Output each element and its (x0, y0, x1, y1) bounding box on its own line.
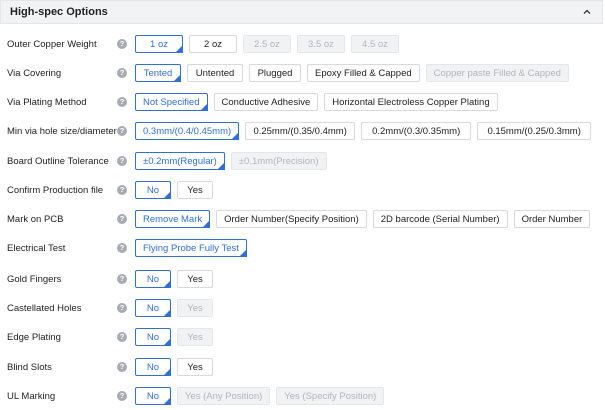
option-row: Min via hole size/diameter? 0.3mm/(0.4/0.… (0, 120, 605, 142)
option-label: Outer Copper Weight (7, 38, 97, 50)
help-icon[interactable]: ? (117, 362, 127, 372)
option-button[interactable]: Plugged (249, 64, 301, 82)
help-icon[interactable]: ? (117, 39, 127, 49)
option-group: No Yes (Any Position) Yes (Specify Positio… (135, 387, 385, 405)
option-row: Gold Fingers? No Yes (0, 268, 605, 290)
option-row: Electrical Test? Flying Probe Fully Test (0, 237, 605, 259)
option-label: Confirm Production file (7, 184, 104, 196)
help-icon[interactable]: ? (117, 243, 127, 253)
option-button[interactable]: Remove Mark (135, 210, 211, 228)
option-label: Castellated Holes (7, 302, 82, 314)
option-button: ±0.1mm(Precision) (230, 152, 327, 170)
option-label: Edge Plating (7, 331, 61, 343)
option-row: Castellated Holes? No Yes (0, 297, 605, 319)
option-button[interactable]: Order Number(Specify Position) (216, 210, 367, 228)
option-button[interactable]: 0.15mm/(0.25/0.3mm) (477, 122, 592, 140)
option-group: 0.3mm/(0.4/0.45mm) 0.25mm/(0.35/0.4mm) 0.2… (135, 122, 592, 140)
option-row: Edge Plating? No Yes (0, 326, 605, 348)
option-group: No Yes (135, 358, 213, 376)
help-icon[interactable]: ? (117, 274, 127, 284)
option-button[interactable]: Yes (177, 358, 213, 376)
option-button[interactable]: Yes (177, 270, 213, 288)
help-icon[interactable]: ? (117, 156, 127, 166)
option-group: No Yes (135, 328, 213, 346)
option-button[interactable]: 0.25mm/(0.35/0.4mm) (245, 122, 356, 140)
option-group: No Yes (135, 181, 213, 199)
option-group: Not Specified Conductive Adhesive Horizont… (135, 93, 498, 111)
option-row: Mark on PCB? Remove Mark Order Number(Spec… (0, 208, 605, 230)
option-group: 1 oz 2 oz 2.5 oz 3.5 oz 4.5 oz (135, 35, 399, 53)
chevron-up-icon[interactable] (582, 7, 592, 17)
option-group: Flying Probe Fully Test (135, 239, 247, 257)
help-icon[interactable]: ? (117, 214, 127, 224)
option-row: Blind Slots? No Yes (0, 356, 605, 378)
section-title: High-spec Options (10, 6, 108, 18)
help-icon[interactable]: ? (117, 303, 127, 313)
option-label: Min via hole size/diameter (7, 125, 117, 137)
option-label: Board Outline Tolerance (7, 155, 109, 167)
option-row: Board Outline Tolerance? ±0.2mm(Regular) ±… (0, 150, 605, 172)
option-button: 3.5 oz (297, 35, 345, 53)
option-label: Mark on PCB (7, 213, 64, 225)
option-label: Via Plating Method (7, 96, 87, 108)
option-button[interactable]: 2 oz (189, 35, 237, 53)
help-icon[interactable]: ? (117, 391, 127, 401)
option-button: 4.5 oz (351, 35, 399, 53)
help-icon[interactable]: ? (117, 332, 127, 342)
option-group: ±0.2mm(Regular) ±0.1mm(Precision) (135, 152, 327, 170)
help-icon[interactable]: ? (117, 185, 127, 195)
option-button[interactable]: 0.2mm/(0.3/0.35mm) (361, 122, 472, 140)
option-button[interactable]: Epoxy Filled & Capped (307, 64, 420, 82)
help-icon[interactable]: ? (117, 97, 127, 107)
option-button[interactable]: Yes (177, 181, 213, 199)
option-label: Electrical Test (7, 242, 66, 254)
option-button[interactable]: Conductive Adhesive (213, 93, 319, 111)
option-button: 2.5 oz (243, 35, 291, 53)
option-label: Via Covering (7, 67, 62, 79)
option-group: No Yes (135, 270, 213, 288)
option-row: UL Marking? No Yes (Any Position) Yes (Spec… (0, 385, 605, 407)
option-button[interactable]: No (135, 358, 171, 376)
option-button[interactable]: Flying Probe Fully Test (135, 239, 247, 257)
option-button[interactable]: ±0.2mm(Regular) (135, 152, 225, 170)
option-button: Yes (177, 328, 213, 346)
option-button: Copper paste Filled & Capped (425, 64, 569, 82)
help-icon[interactable]: ? (117, 68, 127, 78)
option-label: Blind Slots (7, 361, 52, 373)
option-button: Yes (Any Position) (177, 387, 271, 405)
option-button[interactable]: Untented (187, 64, 243, 82)
option-label: UL Marking (7, 390, 56, 402)
option-group: Tented Untented Plugged Epoxy Filled & Capp… (135, 64, 569, 82)
option-row: Via Plating Method? Not Specified Conducti… (0, 91, 605, 113)
option-label: Gold Fingers (7, 273, 62, 285)
option-button[interactable]: 2D barcode (Serial Number) (372, 210, 508, 228)
option-button[interactable]: No (135, 181, 171, 199)
option-button[interactable]: No (135, 299, 171, 317)
option-button: Yes (177, 299, 213, 317)
option-button[interactable]: No (135, 270, 171, 288)
option-button[interactable]: No (135, 387, 171, 405)
option-row: Confirm Production file? No Yes (0, 179, 605, 201)
section-header[interactable]: High-spec Options (0, 0, 603, 24)
option-button[interactable]: 1 oz (135, 35, 183, 53)
option-row: Via Covering? Tented Untented Plugged Epoxy … (0, 62, 605, 84)
option-button[interactable]: 0.3mm/(0.4/0.45mm) (135, 122, 240, 140)
option-button[interactable]: Not Specified (135, 93, 208, 111)
option-row: Outer Copper Weight? 1 oz 2 oz 2.5 oz 3.5 oz… (0, 33, 605, 55)
option-button: Yes (Specify Position) (276, 387, 385, 405)
option-button[interactable]: Tented (135, 64, 181, 82)
option-button[interactable]: Horizontal Electroless Copper Plating (324, 93, 498, 111)
option-group: Remove Mark Order Number(Specify Position… (135, 210, 591, 228)
option-button[interactable]: Order Number (513, 210, 591, 228)
help-icon[interactable]: ? (117, 126, 127, 136)
option-button[interactable]: No (135, 328, 171, 346)
option-group: No Yes (135, 299, 213, 317)
